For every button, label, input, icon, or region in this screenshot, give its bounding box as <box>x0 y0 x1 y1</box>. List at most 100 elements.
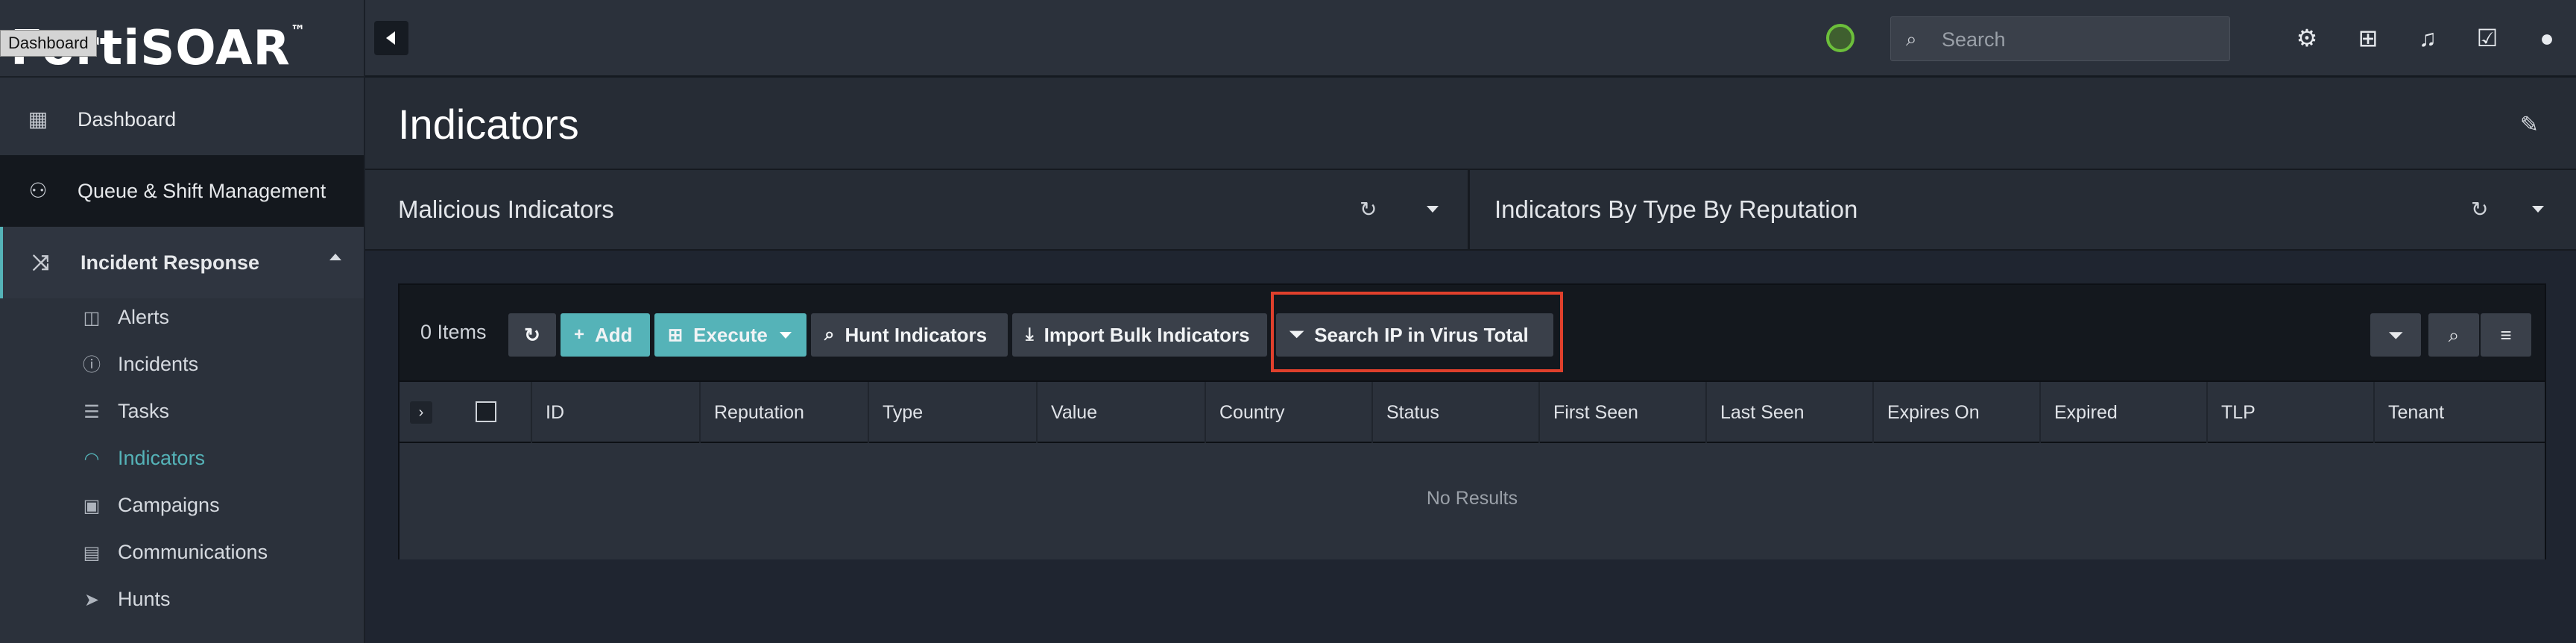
sidebar-item-label: Campaigns <box>118 494 220 516</box>
sidebar-item-label: Dashboard <box>78 107 177 131</box>
column-header-tlp[interactable]: TLP <box>2206 382 2373 443</box>
add-label: Add <box>595 323 633 346</box>
select-all-checkbox[interactable] <box>476 401 496 422</box>
search-icon: ⌕ <box>2448 324 2460 346</box>
column-header-status[interactable]: Status <box>1371 382 1538 443</box>
incident-icon: ⓘ <box>83 355 101 375</box>
column-header-id[interactable]: ID <box>531 382 699 443</box>
chevron-right-icon[interactable]: › <box>410 401 432 424</box>
chevron-down-icon[interactable] <box>1427 206 1439 213</box>
page-title: Indicators <box>398 101 579 148</box>
table-body: No Results <box>400 443 2545 559</box>
app-root: FortiSOAR™ Dashboard ▦ Dashboard ⚇ Queue… <box>0 0 2576 643</box>
column-header-first-seen[interactable]: First Seen <box>1538 382 1705 443</box>
column-header-value[interactable]: Value <box>1036 382 1205 443</box>
logo-bar: FortiSOAR™ Dashboard <box>0 0 364 78</box>
chevron-up-icon <box>329 254 341 260</box>
sidebar-item-dashboard[interactable]: ▦ Dashboard <box>0 84 364 155</box>
shuffle-icon: ⤨ <box>32 251 50 274</box>
sidebar-item-campaigns[interactable]: ▣ Campaigns <box>0 483 364 530</box>
widget-malicious-indicators: Malicious Indicators ↻ <box>365 170 1470 251</box>
column-header-reputation[interactable]: Reputation <box>699 382 868 443</box>
sidebar-item-hunts[interactable]: ➤ Hunts <box>0 577 364 624</box>
chevron-down-icon <box>779 331 792 339</box>
column-header-expires-on[interactable]: Expires On <box>1872 382 2039 443</box>
widget-title: Malicious Indicators <box>398 195 614 223</box>
widget-indicators-by-type: Indicators By Type By Reputation ↻ <box>1472 170 2576 251</box>
sidebar-item-incidents[interactable]: ⓘ Incidents <box>0 342 364 389</box>
add-button[interactable]: + Add <box>561 313 650 357</box>
grid-toolbar: 0 Items ↻ + Add ⊞ Execute ⌕ Hunt Indicat… <box>400 285 2545 380</box>
search-button[interactable]: ⌕ <box>2428 313 2479 357</box>
top-bar: ⌕ ⚙ ⊞ ♫ ☑ ● <box>365 0 2576 78</box>
menu-icon: ≡ <box>2500 324 2512 346</box>
bell-icon[interactable]: ♫ <box>2412 22 2443 54</box>
global-search: ⌕ <box>1890 16 2230 61</box>
download-icon: ⤓ <box>1026 324 1034 345</box>
sidebar-item-alerts[interactable]: ◫ Alerts <box>0 295 364 342</box>
gear-icon[interactable]: ⚙ <box>2291 22 2323 54</box>
refresh-icon: ↻ <box>524 323 540 346</box>
search-input[interactable] <box>1942 25 2217 54</box>
table-header: › ID Reputation Type Value Country Statu… <box>400 380 2545 443</box>
widget-title: Indicators By Type By Reputation <box>1494 195 1858 223</box>
user-icon[interactable]: ● <box>2531 22 2563 54</box>
filter-button[interactable]: ⏷ <box>2370 313 2421 357</box>
filter-icon: ⏷ <box>2387 324 2404 346</box>
column-header-country[interactable]: Country <box>1205 382 1371 443</box>
logo-trademark: ™ <box>290 22 306 40</box>
sidebar-collapse-button[interactable] <box>374 21 408 55</box>
status-icon[interactable] <box>1826 24 1854 52</box>
refresh-button[interactable]: ↻ <box>508 313 556 357</box>
tooltip: Dashboard <box>0 30 97 57</box>
workflow-icon: ⊞ <box>668 324 684 345</box>
indicators-grid: 0 Items ↻ + Add ⊞ Execute ⌕ Hunt Indicat… <box>398 283 2546 559</box>
sidebar-item-label: Hunts <box>118 588 171 610</box>
sidebar: FortiSOAR™ Dashboard ▦ Dashboard ⚇ Queue… <box>0 0 365 643</box>
plus-icon: + <box>574 324 585 345</box>
grid-icon: ▦ <box>28 107 48 131</box>
menu-button[interactable]: ≡ <box>2481 313 2531 357</box>
widgets-row: Malicious Indicators ↻ Indicators By Typ… <box>365 170 2576 251</box>
sidebar-item-label: Incidents <box>118 353 199 375</box>
pencil-icon[interactable]: ✎ <box>2520 112 2539 138</box>
sidebar-item-label: Queue & Shift Management <box>78 179 326 202</box>
column-header-tenant[interactable]: Tenant <box>2373 382 2537 443</box>
indicator-icon: ◠ <box>83 449 100 469</box>
column-header-last-seen[interactable]: Last Seen <box>1705 382 1872 443</box>
highlight-box <box>1271 292 1563 372</box>
search-icon: ⌕ <box>1906 28 1917 50</box>
sidebar-item-label: Incident Response <box>80 251 260 274</box>
refresh-icon[interactable]: ↻ <box>2471 197 2488 222</box>
hunt-label: Hunt Indicators <box>845 323 988 346</box>
clipboard-icon[interactable]: ☑ <box>2472 22 2503 54</box>
page-header: Indicators ✎ <box>365 78 2576 170</box>
sidebar-item-label: Alerts <box>118 306 170 328</box>
refresh-icon[interactable]: ↻ <box>1360 197 1377 222</box>
import-bulk-indicators-button[interactable]: ⤓ Import Bulk Indicators <box>1012 313 1267 357</box>
hunts-icon: ➤ <box>83 590 100 610</box>
empty-state: No Results <box>1426 488 1518 509</box>
sidebar-item-incident-response[interactable]: ⤨ Incident Response <box>0 227 364 298</box>
column-header-type[interactable]: Type <box>868 382 1036 443</box>
alert-icon: ◫ <box>83 308 101 328</box>
sidebar-item-indicators[interactable]: ◠ Indicators <box>0 436 364 483</box>
sidebar-item-communications[interactable]: ▤ Communications <box>0 530 364 577</box>
campaign-icon: ▣ <box>83 496 101 516</box>
workflow-icon[interactable]: ⊞ <box>2352 22 2384 54</box>
sidebar-item-label: Indicators <box>118 447 206 469</box>
sidebar-item-label: Communications <box>118 541 268 563</box>
communications-icon: ▤ <box>83 543 101 563</box>
sidebar-item-queue-shift-management[interactable]: ⚇ Queue & Shift Management <box>0 155 364 227</box>
tasks-icon: ☰ <box>83 402 100 422</box>
sidebar-item-label: Tasks <box>118 400 170 422</box>
items-count: 0 Items <box>420 321 487 343</box>
execute-button[interactable]: ⊞ Execute <box>654 313 806 357</box>
people-icon: ⚇ <box>28 179 48 202</box>
sidebar-item-tasks[interactable]: ☰ Tasks <box>0 389 364 436</box>
column-header-expired[interactable]: Expired <box>2039 382 2206 443</box>
search-icon: ⌕ <box>824 324 835 345</box>
hunt-indicators-button[interactable]: ⌕ Hunt Indicators <box>811 313 1008 357</box>
chevron-down-icon[interactable] <box>2532 206 2544 213</box>
import-label: Import Bulk Indicators <box>1044 323 1250 346</box>
